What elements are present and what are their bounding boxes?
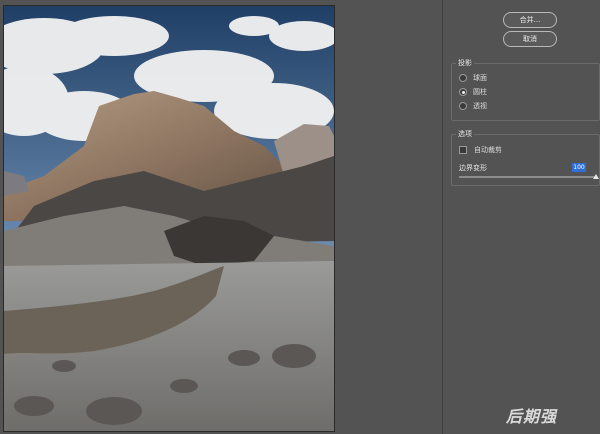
radio-button[interactable] <box>459 102 467 110</box>
radio-button[interactable] <box>459 74 467 82</box>
projection-option-spherical[interactable]: 球面 <box>459 73 487 83</box>
option-label: 圆柱 <box>473 88 487 96</box>
option-label: 透视 <box>473 102 487 110</box>
watermark-logo: 后期强 <box>506 407 558 426</box>
boundary-warp-slider[interactable] <box>459 176 597 178</box>
projection-option-perspective[interactable]: 透视 <box>459 101 487 111</box>
cancel-button[interactable]: 取消 <box>503 31 557 47</box>
options-group <box>451 134 600 186</box>
boundary-warp-value-input[interactable]: 100 <box>572 163 586 172</box>
merge-button[interactable]: 合并... <box>503 12 557 28</box>
preview-area <box>0 0 442 434</box>
options-title: 选项 <box>456 129 474 139</box>
auto-crop-option[interactable]: 自动裁剪 <box>459 145 502 155</box>
option-label: 球面 <box>473 74 487 82</box>
mountain-landscape-photo <box>4 6 334 431</box>
auto-crop-checkbox[interactable] <box>459 146 467 154</box>
projection-title: 投影 <box>456 58 474 68</box>
projection-option-cylindrical[interactable]: 圆柱 <box>459 87 487 97</box>
slider-handle[interactable] <box>593 174 599 179</box>
panorama-preview-image <box>3 5 335 432</box>
radio-button[interactable] <box>459 88 467 96</box>
boundary-warp-label: 边界变形 <box>459 164 487 172</box>
auto-crop-label: 自动裁剪 <box>474 146 502 154</box>
